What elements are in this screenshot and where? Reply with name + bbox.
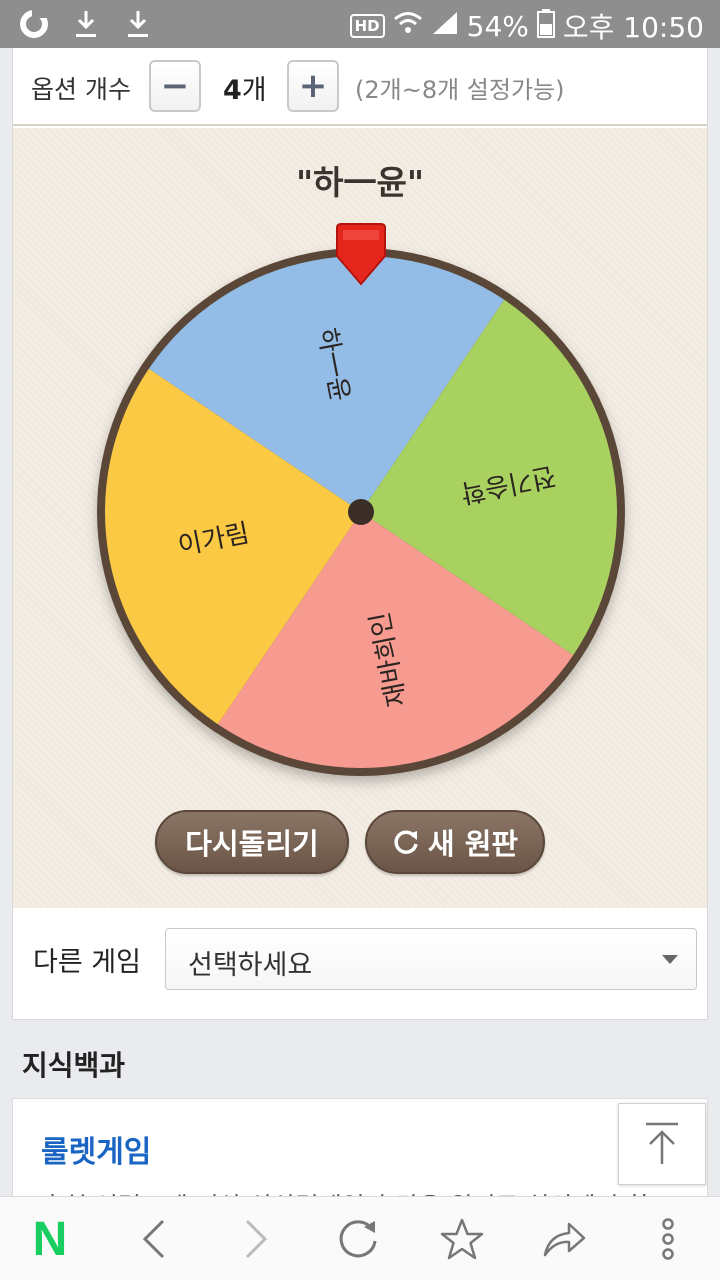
share-icon: [543, 1222, 586, 1257]
battery-percent: 54%: [466, 9, 529, 43]
download-icon: [70, 6, 102, 42]
option-count-label: 옵션 개수: [31, 75, 131, 104]
encyclopedia-section-title: 지식백과: [22, 1049, 126, 1082]
roulette-area: "하一윤" 하一윤 전기승학 재바희인 이가림 다시돌리기 새 원판: [13, 128, 707, 908]
roulette-wheel[interactable]: 하一윤전기승학재바희인이가림: [13, 128, 707, 828]
encyclopedia-entry[interactable]: 룰렛게임 추천 연령 6세 이상 상상력게임과 같은 원리로 실외에서 할: [12, 1098, 708, 1221]
new-wheel-button[interactable]: 새 원판: [365, 810, 545, 874]
clock: 오후 10:50: [562, 11, 704, 44]
wheel-hub: [348, 499, 374, 525]
more-icon: [662, 1218, 674, 1260]
reload-button[interactable]: [328, 1211, 388, 1267]
download-icon-2: [122, 6, 154, 42]
decrease-button[interactable]: −: [149, 60, 201, 112]
share-button[interactable]: [534, 1211, 594, 1267]
other-game-label: 다른 게임: [33, 947, 141, 978]
naver-logo: N: [32, 1212, 68, 1266]
hd-voice-icon: HD: [349, 14, 385, 38]
game-select[interactable]: 선택하세요: [165, 928, 697, 990]
spin-again-label: 다시돌리기: [185, 827, 319, 861]
bookmark-star-icon: [440, 1218, 484, 1260]
chevron-down-icon: [662, 955, 678, 964]
other-game-row: 다른 게임 선택하세요: [13, 908, 707, 1020]
increase-button[interactable]: +: [287, 60, 339, 112]
forward-button[interactable]: [226, 1211, 286, 1267]
status-bar: HD 54% 오후 10:50: [0, 0, 720, 48]
signal-icon: [431, 10, 459, 43]
refresh-icon: [394, 830, 418, 854]
wifi-icon: [393, 10, 423, 43]
browser-navbar: N: [0, 1196, 720, 1280]
roulette-card: 옵션 개수 − 4개 + (2개~8개 설정가능) "하一윤" 하一윤 전기승학 재…: [12, 48, 708, 1020]
app-notification-icon: [18, 6, 50, 42]
option-count-bar: 옵션 개수 − 4개 + (2개~8개 설정가능): [13, 48, 707, 126]
back-icon: [142, 1219, 165, 1259]
battery-icon: [536, 8, 555, 45]
game-select-value: 선택하세요: [188, 950, 313, 981]
bookmark-button[interactable]: [432, 1211, 492, 1267]
back-button[interactable]: [124, 1211, 184, 1267]
entry-title-link[interactable]: 룰렛게임: [41, 1127, 151, 1171]
scroll-to-top-button[interactable]: [618, 1103, 706, 1185]
spin-again-button[interactable]: 다시돌리기: [155, 810, 349, 874]
arrow-up-icon: [646, 1122, 678, 1164]
option-count-value: 4개: [223, 75, 267, 106]
reload-icon: [339, 1220, 377, 1258]
option-range-hint: (2개~8개 설정가능): [355, 76, 565, 104]
new-wheel-label: 새 원판: [427, 827, 519, 861]
forward-icon: [245, 1219, 268, 1259]
more-menu-button[interactable]: [638, 1211, 698, 1267]
naver-home-button[interactable]: N: [20, 1211, 80, 1267]
